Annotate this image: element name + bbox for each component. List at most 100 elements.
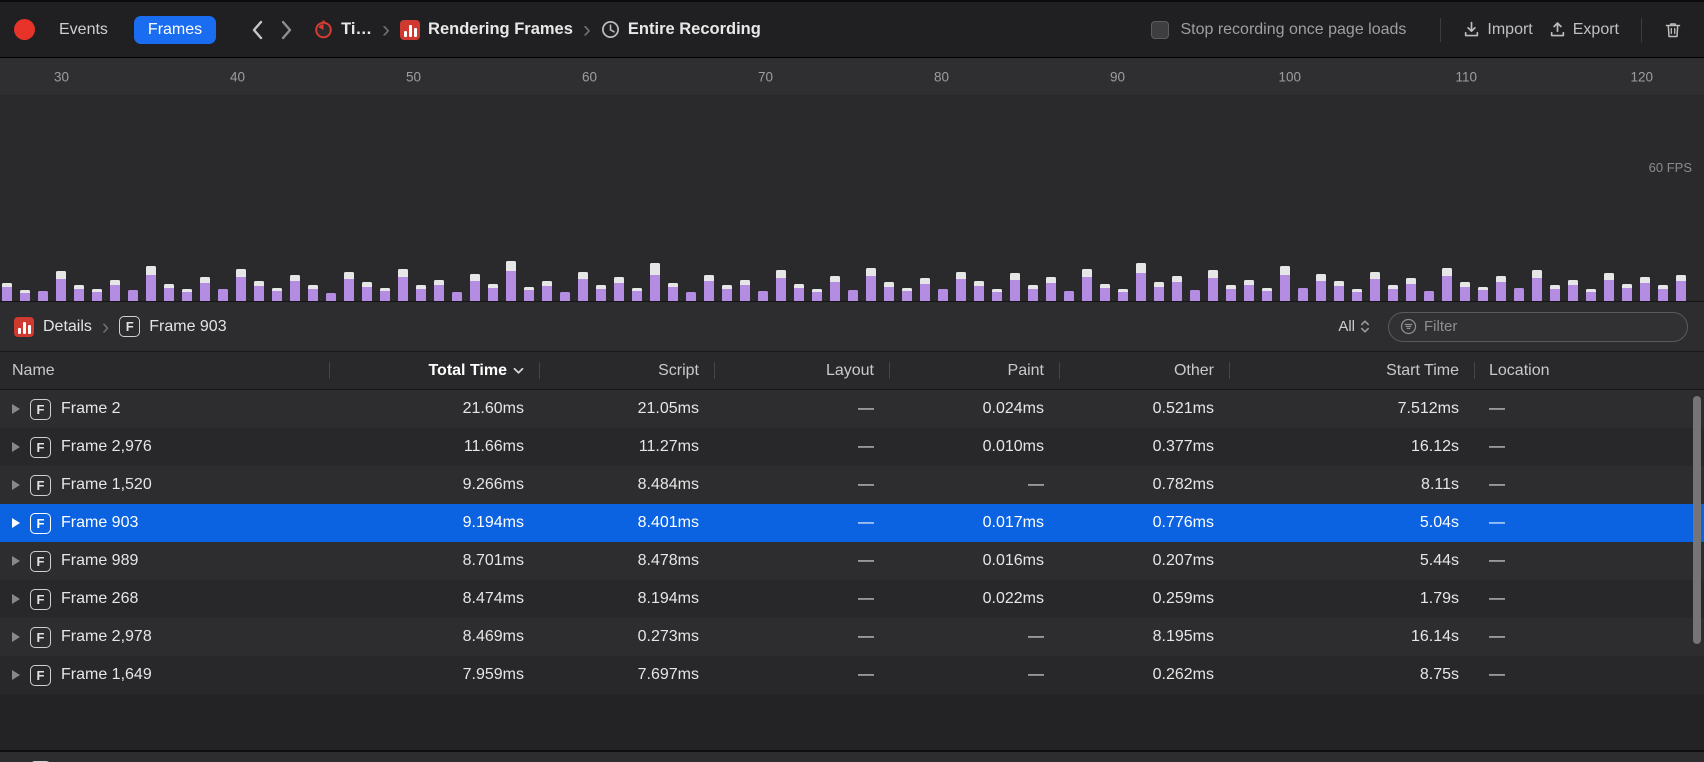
disclosure-triangle[interactable] bbox=[12, 670, 20, 680]
selected-frame-crumb[interactable]: F Frame 903 bbox=[119, 316, 227, 337]
frame-bar[interactable] bbox=[1478, 287, 1488, 301]
frame-bar[interactable] bbox=[1586, 289, 1596, 301]
frame-bar[interactable] bbox=[1208, 270, 1218, 301]
frame-bar[interactable] bbox=[956, 272, 966, 301]
frame-bar[interactable] bbox=[1604, 273, 1614, 301]
column-header-start[interactable]: Start Time bbox=[1230, 352, 1475, 389]
frame-bar[interactable] bbox=[254, 281, 264, 301]
breadcrumb-rendering-frames[interactable]: Rendering Frames bbox=[400, 19, 573, 40]
frame-bar[interactable] bbox=[1136, 263, 1146, 301]
frame-bar[interactable] bbox=[344, 272, 354, 301]
frame-bar[interactable] bbox=[1568, 280, 1578, 301]
disclosure-triangle[interactable] bbox=[12, 632, 20, 642]
frame-bar[interactable] bbox=[380, 288, 390, 301]
frame-bar[interactable] bbox=[1442, 268, 1452, 301]
frame-bar[interactable] bbox=[1460, 282, 1470, 301]
table-row[interactable]: F Frame 268 8.474ms 8.194ms — 0.022ms 0.259ms 1… bbox=[0, 580, 1704, 618]
disclosure-triangle[interactable] bbox=[12, 594, 20, 604]
frame-bar[interactable] bbox=[56, 271, 66, 301]
frame-bar[interactable] bbox=[218, 289, 228, 301]
frame-bar[interactable] bbox=[146, 266, 156, 301]
frame-bar[interactable] bbox=[794, 284, 804, 301]
clear-timeline-button[interactable] bbox=[1656, 21, 1690, 39]
frame-bar[interactable] bbox=[1316, 274, 1326, 301]
frame-bar[interactable] bbox=[38, 291, 48, 301]
frame-bar[interactable] bbox=[110, 280, 120, 301]
disclosure-triangle[interactable] bbox=[12, 556, 20, 566]
import-button[interactable]: Import bbox=[1455, 21, 1540, 39]
frame-bar[interactable] bbox=[848, 290, 858, 301]
frame-bar[interactable] bbox=[164, 284, 174, 301]
column-header-name[interactable]: Name bbox=[0, 352, 330, 389]
frame-bar[interactable] bbox=[686, 292, 696, 301]
frame-bar[interactable] bbox=[614, 277, 624, 301]
frame-bar[interactable] bbox=[92, 289, 102, 301]
frame-bar[interactable] bbox=[740, 280, 750, 301]
frame-bar[interactable] bbox=[308, 285, 318, 301]
frame-bar[interactable] bbox=[236, 269, 246, 301]
frame-bar[interactable] bbox=[1100, 284, 1110, 301]
column-header-total[interactable]: Total Time bbox=[330, 352, 540, 389]
frame-bar[interactable] bbox=[74, 285, 84, 301]
frame-bar[interactable] bbox=[1640, 277, 1650, 301]
frame-bar[interactable] bbox=[452, 292, 462, 301]
frame-bar[interactable] bbox=[362, 282, 372, 301]
details-crumb[interactable]: Details bbox=[14, 316, 92, 337]
frame-bar[interactable] bbox=[1352, 289, 1362, 301]
frame-bar[interactable] bbox=[1406, 278, 1416, 301]
frame-bar[interactable] bbox=[1064, 291, 1074, 301]
frame-bar[interactable] bbox=[1118, 289, 1128, 301]
column-header-script[interactable]: Script bbox=[540, 352, 715, 389]
frame-bar[interactable] bbox=[1172, 276, 1182, 301]
frame-bar[interactable] bbox=[902, 288, 912, 301]
frame-bar[interactable] bbox=[398, 269, 408, 301]
vertical-scrollbar-thumb[interactable] bbox=[1693, 396, 1701, 644]
table-row[interactable]: F Frame 989 8.701ms 8.478ms — 0.016ms 0.207ms 5… bbox=[0, 542, 1704, 580]
column-header-layout[interactable]: Layout bbox=[715, 352, 890, 389]
frame-bar[interactable] bbox=[290, 275, 300, 301]
frame-bar[interactable] bbox=[20, 290, 30, 301]
table-row[interactable]: F Frame 2 21.60ms 21.05ms — 0.024ms 0.521ms 7.5… bbox=[0, 390, 1704, 428]
frame-bar[interactable] bbox=[524, 287, 534, 301]
frame-bar[interactable] bbox=[434, 280, 444, 301]
frame-bar[interactable] bbox=[1550, 285, 1560, 301]
frame-bar[interactable] bbox=[1298, 288, 1308, 301]
back-button[interactable] bbox=[242, 20, 272, 40]
frame-bar[interactable] bbox=[992, 289, 1002, 301]
frame-bar[interactable] bbox=[1244, 280, 1254, 301]
frame-bar[interactable] bbox=[1496, 276, 1506, 301]
stop-recording-checkbox[interactable] bbox=[1151, 20, 1170, 39]
breadcrumb-entire-recording[interactable]: Entire Recording bbox=[601, 20, 761, 39]
frame-bar[interactable] bbox=[704, 275, 714, 301]
frame-bar[interactable] bbox=[506, 261, 516, 301]
frame-bar[interactable] bbox=[1388, 285, 1398, 301]
record-button[interactable] bbox=[14, 19, 35, 40]
frame-bar[interactable] bbox=[1082, 269, 1092, 301]
frame-bar[interactable] bbox=[182, 289, 192, 301]
frame-bar[interactable] bbox=[128, 290, 138, 301]
table-row[interactable]: F Frame 903 9.194ms 8.401ms — 0.017ms 0.776ms 5… bbox=[0, 504, 1704, 542]
disclosure-triangle[interactable] bbox=[12, 404, 20, 414]
frame-bar[interactable] bbox=[812, 289, 822, 301]
frame-bar[interactable] bbox=[2, 283, 12, 301]
frame-bar[interactable] bbox=[1658, 285, 1668, 301]
timeline-ruler[interactable]: 30 40 50 60 70 80 90 100 110 120 bbox=[0, 58, 1704, 96]
filter-input[interactable] bbox=[1424, 318, 1676, 335]
frame-bar[interactable] bbox=[920, 278, 930, 301]
export-button[interactable]: Export bbox=[1541, 21, 1627, 39]
frames-tab[interactable]: Frames bbox=[133, 15, 217, 44]
frame-bar[interactable] bbox=[272, 288, 282, 301]
frame-bar[interactable] bbox=[1676, 275, 1686, 301]
forward-button[interactable] bbox=[272, 20, 302, 40]
frame-bar[interactable] bbox=[1532, 270, 1542, 301]
column-header-location[interactable]: Location bbox=[1475, 352, 1704, 389]
disclosure-triangle[interactable] bbox=[12, 442, 20, 452]
frame-bar[interactable] bbox=[1262, 288, 1272, 301]
frame-bar[interactable] bbox=[578, 272, 588, 301]
frame-bar[interactable] bbox=[1370, 272, 1380, 301]
frame-bar[interactable] bbox=[1514, 288, 1524, 301]
frame-bar[interactable] bbox=[1046, 277, 1056, 301]
frame-bar[interactable] bbox=[416, 285, 426, 301]
frame-bar[interactable] bbox=[938, 289, 948, 301]
table-row[interactable]: F Frame 1,649 7.959ms 7.697ms — — 0.262ms 8.75s… bbox=[0, 656, 1704, 694]
